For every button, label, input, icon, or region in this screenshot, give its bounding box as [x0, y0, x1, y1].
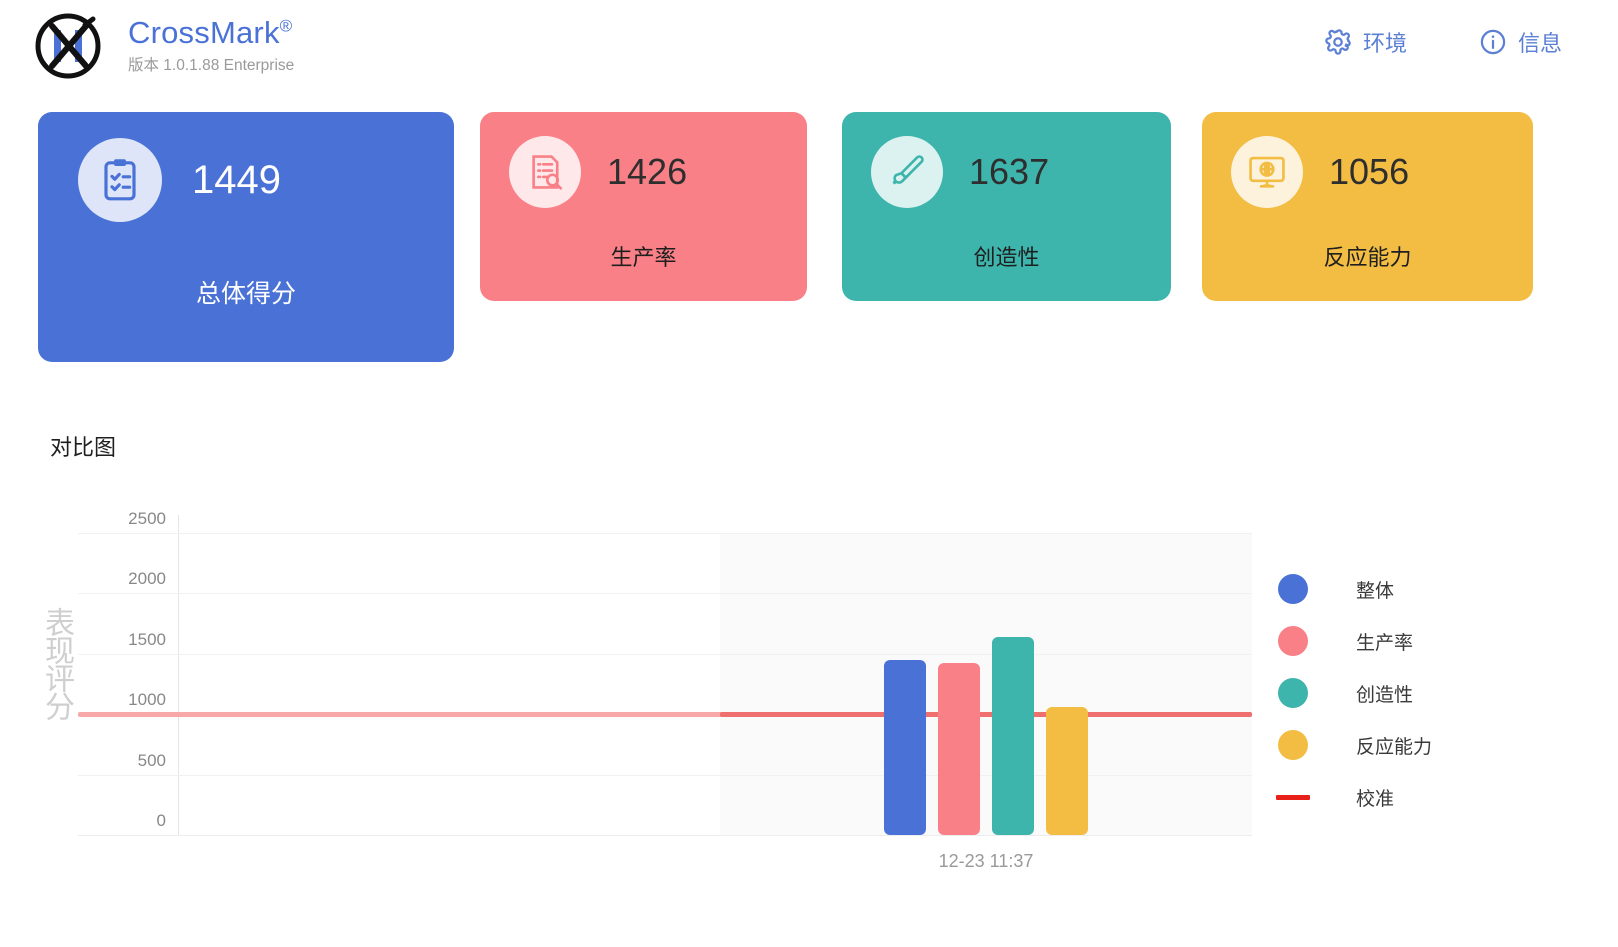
y-tick-label: 2500	[128, 509, 166, 528]
app-header: CrossMark® 版本 1.0.1.88 Enterprise 环境 信息	[0, 0, 1618, 100]
bar-生产率[interactable]	[938, 662, 980, 835]
chart-plot-wrapper: 表现评分 2500 2000 1500 1000 500 0 12-23 11:37 整体…	[0, 509, 1618, 947]
info-button[interactable]: 信息	[1479, 26, 1562, 58]
comparison-chart-section: 对比图 表现评分 2500 2000 1500 1000 500 0 12-23 11:3…	[0, 395, 1618, 947]
legend-dot-marker	[1278, 678, 1308, 708]
legend-swatch	[1276, 626, 1310, 656]
card-header: 1426	[480, 112, 807, 208]
bar-group	[720, 533, 1252, 835]
environment-button[interactable]: 环境	[1324, 26, 1407, 58]
legend-item-创造性[interactable]: 创造性	[1276, 667, 1432, 719]
paintbrush-icon	[871, 136, 943, 208]
chart-title: 对比图	[50, 435, 117, 460]
legend-item-反应能力[interactable]: 反应能力	[1276, 719, 1432, 771]
legend-dot-marker	[1278, 626, 1308, 656]
monitor-globe-icon	[1231, 136, 1303, 208]
bar-创造性[interactable]	[992, 637, 1034, 835]
card-header: 1449	[38, 112, 454, 222]
card-label: 总体得分	[195, 280, 296, 308]
card-score: 1637	[969, 151, 1050, 192]
y-axis-line	[178, 515, 179, 835]
card-score: 1056	[1329, 151, 1410, 192]
legend-item-整体[interactable]: 整体	[1276, 563, 1432, 615]
legend-label: 生产率	[1356, 632, 1414, 654]
info-circle-icon	[1479, 28, 1507, 56]
legend-label: 校准	[1356, 788, 1395, 810]
y-tick-label: 2000	[128, 569, 166, 589]
document-search-icon	[509, 136, 581, 208]
chart-legend: 整体生产率创造性反应能力校准	[1276, 563, 1432, 823]
header-actions: 环境 信息	[1324, 26, 1562, 58]
legend-item-校准[interactable]: 校准	[1276, 771, 1432, 823]
score-card-creativity[interactable]: 1637 创造性	[842, 112, 1171, 301]
legend-label: 创造性	[1356, 684, 1414, 706]
legend-swatch	[1276, 730, 1310, 760]
info-label: 信息	[1517, 31, 1562, 56]
legend-label: 整体	[1356, 580, 1395, 602]
legend-line-marker	[1276, 794, 1310, 800]
y-tick-label: 0	[156, 811, 166, 830]
legend-dot-marker	[1278, 574, 1308, 604]
card-header: 1637	[842, 112, 1171, 208]
version-label: 版本 1.0.1.88 Enterprise	[128, 57, 295, 75]
y-axis-title: 表现评分	[40, 607, 73, 719]
environment-label: 环境	[1362, 31, 1407, 56]
card-score: 1449	[192, 158, 281, 202]
brand: CrossMark® 版本 1.0.1.88 Enterprise	[30, 8, 294, 84]
legend-label: 反应能力	[1356, 736, 1433, 758]
y-tick-label: 500	[137, 750, 166, 770]
legend-swatch	[1276, 678, 1310, 708]
legend-swatch	[1276, 794, 1310, 800]
card-score: 1426	[607, 151, 688, 192]
y-tick-label: 1000	[128, 690, 166, 710]
card-label: 生产率	[610, 245, 677, 270]
card-label: 创造性	[973, 245, 1040, 270]
score-card-responsiveness[interactable]: 1056 反应能力	[1202, 112, 1533, 301]
brand-name: CrossMark	[128, 15, 280, 50]
trademark-symbol: ®	[279, 16, 293, 36]
score-card-overall[interactable]: 1449 总体得分	[38, 112, 454, 362]
x-axis-line	[78, 835, 1252, 836]
y-tick-label: 1500	[128, 629, 166, 649]
clipboard-check-icon	[78, 138, 162, 222]
bar-整体[interactable]	[884, 659, 926, 835]
card-label: 反应能力	[1323, 245, 1412, 270]
crossmark-logo-icon	[30, 8, 106, 84]
gear-icon	[1324, 28, 1352, 56]
x-tick-label: 12-23 11:37	[938, 851, 1034, 871]
card-header: 1056	[1202, 112, 1533, 208]
score-card-productivity[interactable]: 1426 生产率	[480, 112, 807, 301]
score-cards: 1449 总体得分 1426 生产率 1637 创造性 1056 反应能力	[0, 112, 1618, 362]
bar-反应能力[interactable]	[1046, 707, 1088, 835]
legend-dot-marker	[1278, 730, 1308, 760]
legend-item-生产率[interactable]: 生产率	[1276, 615, 1432, 667]
page-title: CrossMark®	[128, 15, 294, 50]
legend-swatch	[1276, 574, 1310, 604]
chart-plot-area: 2500 2000 1500 1000 500 0 12-23 11:37	[78, 509, 1252, 871]
